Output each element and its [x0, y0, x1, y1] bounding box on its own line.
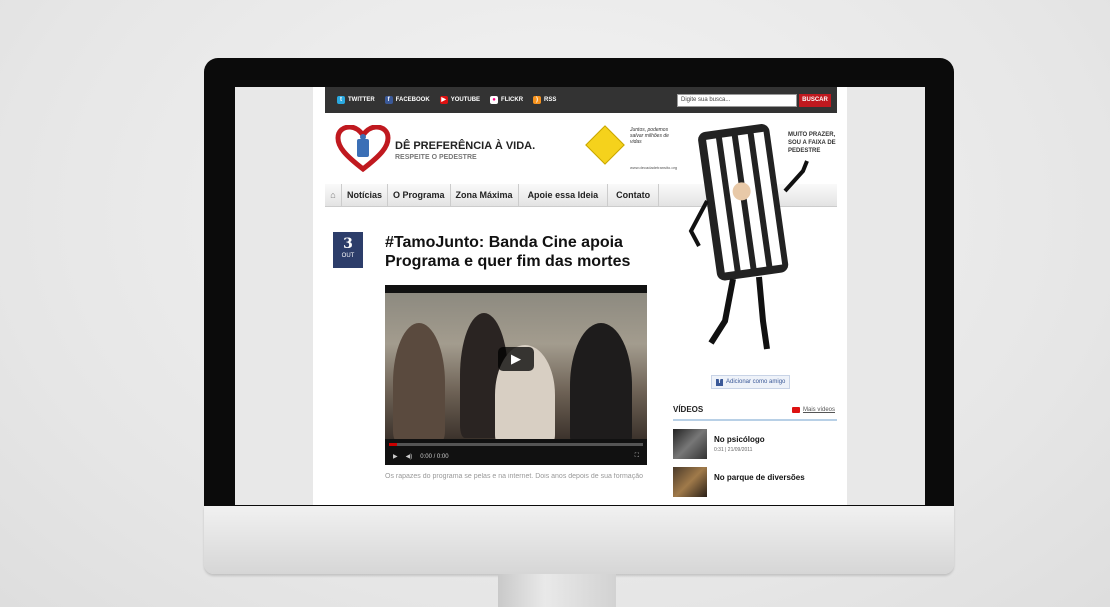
- monitor-stand: [498, 574, 616, 607]
- nav-item-noticias[interactable]: Notícias: [342, 184, 389, 206]
- date-badge: 3 OUT: [333, 232, 363, 268]
- monitor: t TWITTER f FACEBOOK ▶ YOUTUBE ● FLICKR ) RSS…: [204, 58, 954, 574]
- article-excerpt: Os rapazes do programa se pelas e na int…: [385, 473, 643, 480]
- home-icon[interactable]: ⌂: [325, 184, 342, 206]
- flickr-icon: ●: [490, 96, 499, 104]
- search-button[interactable]: BUSCAR: [799, 94, 831, 107]
- play-icon[interactable]: ▶: [393, 453, 398, 460]
- social-link-twitter[interactable]: t TWITTER: [337, 96, 375, 104]
- volume-icon[interactable]: ◀): [406, 453, 413, 460]
- video-person: [570, 323, 632, 439]
- logo-title[interactable]: DÊ PREFERÊNCIA À VIDA.: [395, 140, 535, 152]
- rss-icon: ): [533, 96, 542, 104]
- video-progress-bar[interactable]: [389, 443, 643, 446]
- social-link-rss[interactable]: ) RSS: [533, 96, 556, 104]
- social-links: t TWITTER f FACEBOOK ▶ YOUTUBE ● FLICKR ) RSS: [337, 87, 556, 113]
- social-link-youtube[interactable]: ▶ YOUTUBE: [439, 96, 480, 104]
- play-button[interactable]: ▶: [498, 347, 534, 371]
- monitor-chin: [204, 506, 954, 574]
- nav-item-contato[interactable]: Contato: [608, 184, 660, 206]
- videos-heading: VÍDEOS: [673, 405, 704, 414]
- more-videos-link[interactable]: Mais vídeos: [791, 407, 835, 413]
- video-progress-fill: [389, 443, 397, 446]
- social-link-facebook[interactable]: f FACEBOOK: [384, 96, 430, 104]
- video-time: 0:00 / 0:00: [420, 453, 449, 460]
- sign-url: www.decadadetransito.org: [630, 165, 678, 170]
- social-link-flickr[interactable]: ● FLICKR: [490, 96, 523, 104]
- mascot-speech: MUITO PRAZER, SOU A FAIXA DE PEDESTRE: [788, 132, 836, 154]
- youtube-icon: [791, 407, 800, 413]
- article-title[interactable]: #TamoJunto: Banda Cine apoia Programa e …: [385, 233, 655, 271]
- youtube-icon: ▶: [439, 96, 448, 104]
- logo-subtitle: RESPEITE O PEDESTRE: [395, 154, 477, 161]
- add-friend-button[interactable]: f Adicionar como amigo: [711, 375, 791, 389]
- video-list-item[interactable]: No psicólogo 0:31 | 21/09/2011: [673, 429, 837, 463]
- search-input[interactable]: Digite sua busca...: [677, 94, 797, 107]
- date-month: OUT: [341, 253, 355, 259]
- video-controls: ▶ ◀) 0:00 / 0:00 ⛶: [385, 448, 647, 465]
- videos-header: VÍDEOS Mais vídeos: [673, 403, 837, 421]
- top-bar: t TWITTER f FACEBOOK ▶ YOUTUBE ● FLICKR ) RSS…: [325, 87, 837, 113]
- twitter-icon: t: [337, 96, 345, 104]
- video-title[interactable]: No psicólogo: [714, 435, 765, 444]
- crosswalk-mascot: [688, 124, 809, 350]
- nav-item-programa[interactable]: O Programa: [388, 184, 451, 206]
- fullscreen-icon[interactable]: ⛶: [635, 453, 639, 460]
- video-player[interactable]: ▶ ▶ ◀) 0:00 / 0:00 ⛶: [385, 285, 647, 465]
- heart-logo-icon[interactable]: [335, 125, 391, 173]
- facebook-icon: f: [384, 96, 393, 104]
- facebook-icon: f: [716, 378, 723, 386]
- video-thumbnail[interactable]: [673, 467, 707, 497]
- nav-item-apoie[interactable]: Apoie essa Ideia: [519, 184, 609, 206]
- video-thumbnail[interactable]: [673, 429, 707, 459]
- sign-slogan: Juntos, podemos salvar milhões de vidas: [630, 127, 669, 145]
- date-day: 3: [343, 236, 353, 252]
- video-title[interactable]: No parque de diversões: [714, 473, 805, 482]
- nav-item-zona-maxima[interactable]: Zona Máxima: [451, 184, 519, 206]
- video-list-item[interactable]: No parque de diversões: [673, 467, 837, 501]
- video-meta: 0:31 | 21/09/2011: [714, 447, 753, 453]
- video-person: [393, 323, 445, 439]
- screen: t TWITTER f FACEBOOK ▶ YOUTUBE ● FLICKR ) RSS…: [235, 87, 925, 505]
